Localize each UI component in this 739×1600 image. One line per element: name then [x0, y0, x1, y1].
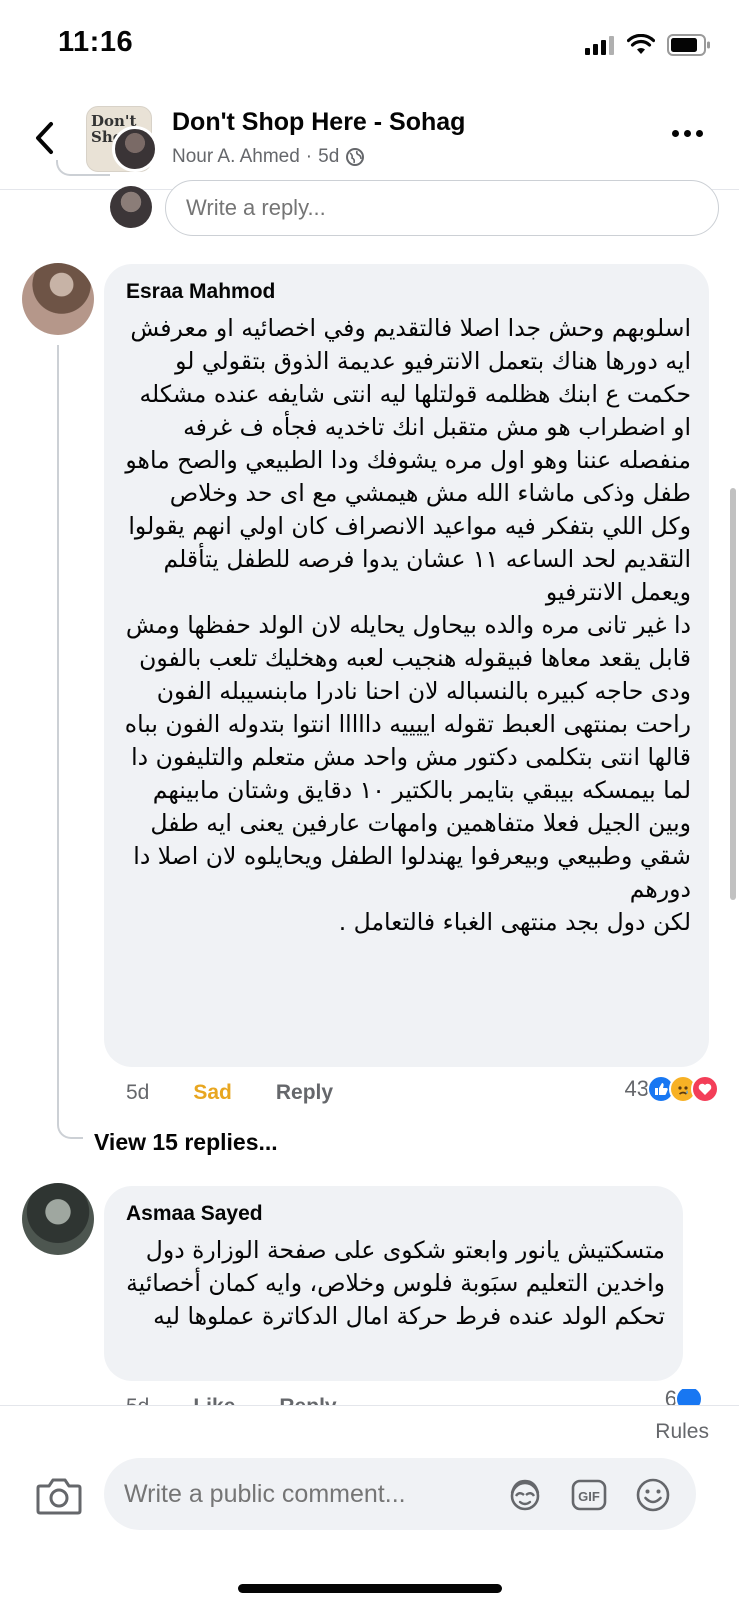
thread-connector	[57, 1115, 83, 1139]
comment-box: GIF	[104, 1458, 696, 1530]
gif-icon[interactable]: GIF	[570, 1476, 608, 1514]
home-indicator	[238, 1584, 502, 1593]
wifi-icon	[627, 34, 655, 54]
chevron-left-icon	[36, 122, 53, 154]
camera-button[interactable]	[36, 1476, 82, 1516]
dot-icon	[684, 130, 691, 137]
more-options-button[interactable]	[672, 130, 703, 137]
comment-text: اسلوبهم وحش جدا اصلا فالتقديم وفي اخصائي…	[122, 312, 691, 939]
post-header: Don't Shop Don't Shop Here - Sohag Nour …	[0, 90, 739, 190]
comment-input[interactable]	[124, 1458, 494, 1530]
post-meta: Nour A. Ahmed · 5d	[172, 146, 365, 168]
dot-icon	[696, 130, 703, 137]
comment-paragraph: وكل اللي بتفكر فيه مواعيد الانصراف كان ا…	[128, 512, 691, 606]
meta-separator: ·	[305, 146, 313, 167]
comment-paragraph: اسلوبهم وحش جدا اصلا فالتقديم وفي اخصائي…	[125, 314, 691, 507]
dot-icon	[672, 130, 679, 137]
camera-icon	[36, 1478, 82, 1515]
comment-bubble[interactable]: Esraa Mahmod اسلوبهم وحش جدا اصلا فالتقد…	[104, 264, 709, 1067]
cellular-signal-icon	[585, 36, 614, 55]
sad-reaction-button[interactable]: Sad	[193, 1081, 232, 1105]
status-bar: 11:16	[0, 0, 739, 90]
comment-author[interactable]: Esraa Mahmod	[126, 280, 275, 304]
comment-composer: Rules GIF	[0, 1405, 739, 1600]
reaction-summary[interactable]: 43	[625, 1075, 719, 1103]
view-replies-link[interactable]: View 15 replies...	[94, 1129, 278, 1156]
commenter-avatar[interactable]	[22, 1183, 94, 1255]
poster-avatar[interactable]	[112, 126, 158, 172]
post-age: 5d	[318, 146, 340, 167]
reply-avatar	[110, 186, 152, 228]
battery-icon	[667, 34, 710, 56]
comment-paragraph: لكن دول بجد منتهى الغباء فالتعامل .	[338, 908, 691, 936]
scrollbar[interactable]	[730, 488, 736, 900]
avatar-sticker-icon[interactable]	[506, 1476, 544, 1514]
thread-line	[57, 345, 59, 1125]
status-icons	[585, 34, 711, 56]
comment-bubble[interactable]: Asmaa Sayed متسكتيش يانور وابعتو شكوى عل…	[104, 1186, 683, 1381]
comment-paragraph: متسكتيش يانور وابعتو شكوى على صفحة الوزا…	[126, 1236, 665, 1330]
reaction-count: 43	[624, 1076, 649, 1101]
love-reaction-icon	[691, 1075, 719, 1103]
back-button[interactable]	[26, 118, 62, 158]
thread-connector	[56, 160, 110, 176]
commenter-avatar[interactable]	[22, 263, 94, 335]
group-title[interactable]: Don't Shop Here - Sohag	[172, 108, 465, 137]
gif-label: GIF	[578, 1489, 600, 1504]
comment-paragraph: راحت بمنتهى العبط تقوله اييييه دااااا ان…	[124, 710, 691, 903]
status-time: 11:16	[58, 26, 134, 58]
comment-actions: 5d Sad Reply	[126, 1081, 333, 1105]
globe-icon	[346, 148, 365, 166]
emoji-icon[interactable]	[634, 1476, 672, 1514]
comment-paragraph: دا غير تانى مره والده بيحاول يحايله لان …	[125, 611, 691, 705]
post-author[interactable]: Nour A. Ahmed	[172, 146, 300, 168]
comment-text: متسكتيش يانور وابعتو شكوى على صفحة الوزا…	[122, 1234, 665, 1333]
reply-input[interactable]	[165, 180, 719, 236]
comment-time: 5d	[126, 1081, 150, 1104]
rules-link[interactable]: Rules	[655, 1420, 709, 1444]
comment-author[interactable]: Asmaa Sayed	[126, 1202, 263, 1226]
reply-button[interactable]: Reply	[276, 1081, 333, 1105]
